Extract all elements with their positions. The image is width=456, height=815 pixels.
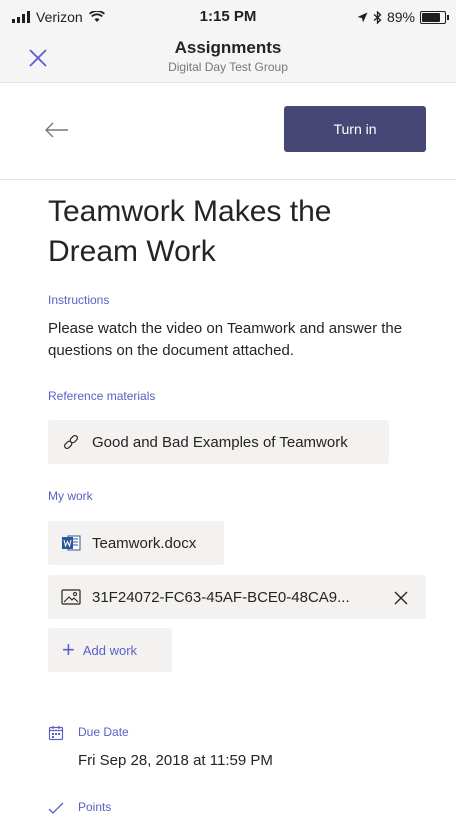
location-arrow-icon [357, 12, 368, 22]
battery-percent: 89% [386, 9, 415, 25]
points-label: Points [78, 800, 112, 814]
plus-icon: + [62, 637, 75, 662]
my-work-label: My work [48, 489, 93, 503]
battery-icon [420, 10, 449, 24]
work-item-label: 31F24072-FC63-45AF-BCE0-48CA9... [92, 588, 350, 606]
reference-materials-label: Reference materials [48, 389, 156, 403]
assignment-title: Teamwork Makes the Dream Work [48, 195, 332, 268]
due-date-label: Due Date [78, 725, 129, 739]
work-item-image[interactable]: 31F24072-FC63-45AF-BCE0-48CA9... [48, 575, 426, 619]
add-work-button[interactable]: + Add work [48, 628, 172, 672]
battery-fill [422, 12, 440, 22]
checkmark-icon [48, 802, 64, 814]
instructions-text: Please watch the video on Teamwork and a… [48, 320, 403, 359]
turn-in-button[interactable]: Turn in [284, 106, 426, 152]
bluetooth-icon [373, 10, 382, 24]
calendar-icon [48, 726, 64, 741]
reference-item[interactable]: Good and Bad Examples of Teamwork [48, 420, 389, 464]
work-item-label: Teamwork.docx [92, 534, 197, 552]
link-icon [60, 431, 82, 453]
header-subtitle: Digital Day Test Group [168, 60, 288, 74]
header-title: Assignments [174, 38, 282, 57]
status-bar: Verizon 1:15 PM 89% [0, 0, 456, 36]
remove-icon[interactable] [390, 587, 412, 609]
work-item-docx[interactable]: Teamwork.docx [48, 521, 224, 565]
app-header: Assignments Digital Day Test Group [0, 36, 456, 83]
add-work-label: Add work [82, 642, 138, 658]
divider [0, 179, 456, 180]
instructions-label: Instructions [48, 293, 110, 307]
status-right: 89% [357, 9, 449, 25]
reference-item-label: Good and Bad Examples of Teamwork [92, 433, 348, 451]
back-arrow-icon[interactable] [42, 118, 70, 142]
due-date-value: Fri Sep 28, 2018 at 11:59 PM [78, 752, 273, 769]
image-icon [60, 586, 82, 608]
word-doc-icon [60, 532, 82, 554]
